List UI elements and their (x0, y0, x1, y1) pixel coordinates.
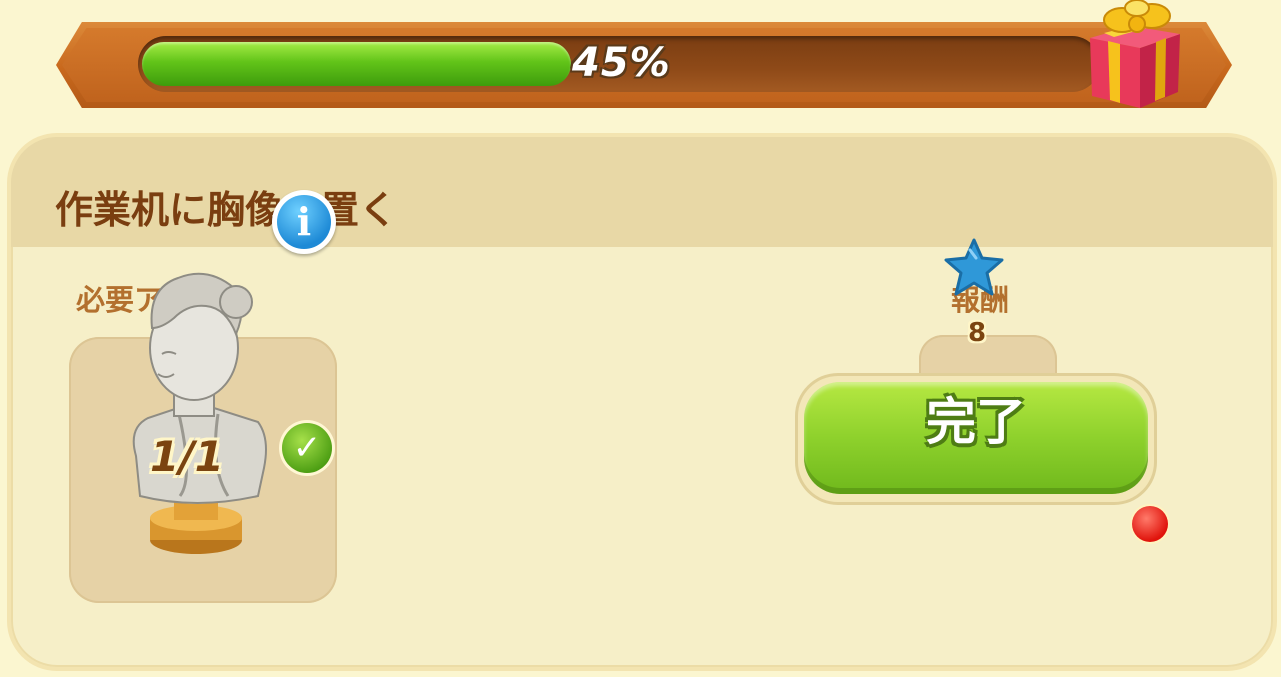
complete-button-label: 完了 (926, 393, 1026, 451)
info-icon: i (277, 195, 331, 249)
progress-percent: 45% (572, 40, 671, 86)
complete-button-face: 完了 (804, 382, 1148, 494)
checkmark-icon: ✓ (282, 423, 332, 473)
gift-box-icon[interactable] (1082, 0, 1186, 112)
info-button[interactable]: i (272, 190, 336, 254)
reward-quantity: 8 (968, 318, 987, 348)
notification-dot (1132, 506, 1168, 542)
complete-button[interactable]: 完了 (798, 376, 1154, 502)
marble-bust-icon (132, 272, 267, 554)
required-item-count: 1/1 (150, 432, 224, 481)
blue-star-icon (944, 238, 1004, 296)
progress-fill (142, 42, 571, 86)
